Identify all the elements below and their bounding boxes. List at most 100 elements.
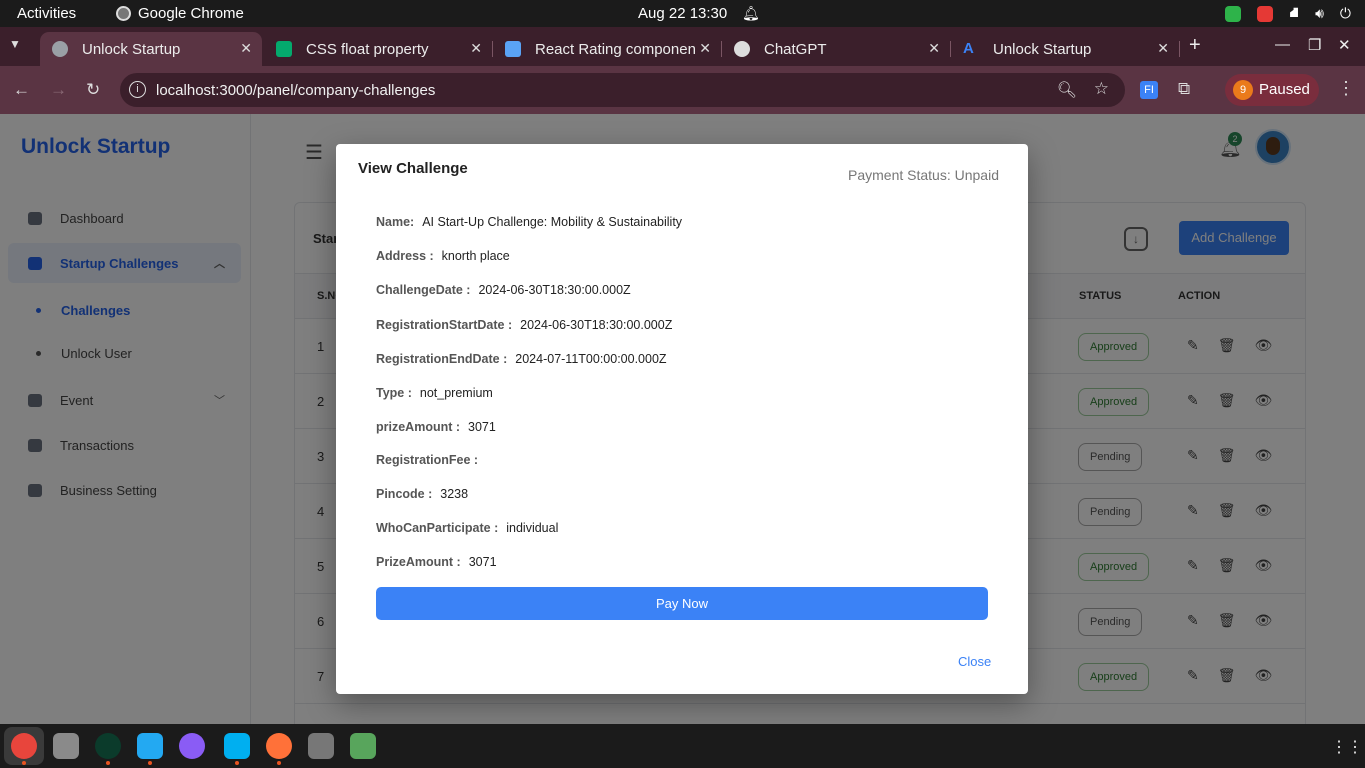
vscode-icon[interactable] xyxy=(137,733,163,765)
system-top-bar: Activities Google Chrome Aug 22 13:30 🔔︎… xyxy=(0,0,1365,27)
browser-toolbar: ← → ↻ i localhost:3000/panel/company-cha… xyxy=(0,66,1365,114)
field-label: RegistrationFee : xyxy=(376,453,479,467)
new-tab-button[interactable]: + xyxy=(1189,34,1201,57)
address-bar[interactable]: i localhost:3000/panel/company-challenge… xyxy=(120,73,1125,107)
app-menu[interactable]: Google Chrome xyxy=(116,5,244,22)
close-tab-icon[interactable]: ✕ xyxy=(470,40,482,57)
field-registration-end-date: RegistrationEndDate : 2024-07-11T00:00:00… xyxy=(376,352,667,366)
field-label: prizeAmount : xyxy=(376,420,461,434)
field-value: 2024-07-11T00:00:00.000Z xyxy=(515,352,667,366)
field-value: knorth place xyxy=(441,249,510,263)
globe-icon xyxy=(52,41,68,57)
close-window-icon[interactable]: ✕ xyxy=(1338,36,1351,54)
payment-status: Payment Status: Unpaid xyxy=(848,167,999,183)
tab-title: CSS float property xyxy=(306,40,429,58)
back-icon[interactable]: ← xyxy=(13,80,30,100)
chrome-icon xyxy=(116,6,131,21)
openai-icon xyxy=(734,41,750,57)
url-text[interactable]: localhost:3000/panel/company-challenges xyxy=(156,82,435,99)
mongodb-compass-icon[interactable] xyxy=(95,733,121,765)
update-icon[interactable] xyxy=(1225,5,1242,22)
volume-icon[interactable]: 🔊︎ xyxy=(1315,5,1324,22)
field-value: 3071 xyxy=(468,420,496,434)
field-label: Type : xyxy=(376,386,412,400)
field-label: RegistrationStartDate : xyxy=(376,318,513,332)
zoom-icon[interactable]: 🔍︎ xyxy=(1057,80,1077,100)
tab-title: Unlock Startup xyxy=(993,40,1092,58)
running-indicator xyxy=(277,761,281,765)
minimize-icon[interactable]: — xyxy=(1275,36,1290,53)
firefox-icon[interactable] xyxy=(266,733,292,765)
mui-icon xyxy=(505,41,521,57)
tab-react-rating[interactable]: React Rating componen ✕ xyxy=(493,32,722,66)
profile-avatar: 9 xyxy=(1233,80,1253,100)
clock[interactable]: Aug 22 13:30 xyxy=(638,5,727,22)
payment-status-value: Unpaid xyxy=(954,167,999,183)
system-tray[interactable]: ⛘ 🔊︎ ⏻ xyxy=(1225,4,1351,23)
field-value: 2024-06-30T18:30:00.000Z xyxy=(478,283,631,297)
field-label: Name: xyxy=(376,215,415,229)
reload-icon[interactable]: ↻ xyxy=(86,80,100,100)
field-address: Address : knorth place xyxy=(376,249,510,263)
dialog-title: View Challenge xyxy=(358,160,468,177)
running-indicator xyxy=(148,761,152,765)
running-indicator xyxy=(106,761,110,765)
tab-chatgpt[interactable]: ChatGPT ✕ xyxy=(722,32,951,66)
skype-icon[interactable] xyxy=(224,733,250,765)
close-tab-icon[interactable]: ✕ xyxy=(928,40,940,57)
a-logo-icon: A xyxy=(963,40,974,57)
field-label: WhoCanParticipate : xyxy=(376,521,499,535)
anydesk-icon[interactable] xyxy=(1257,5,1274,22)
activities-button[interactable]: Activities xyxy=(17,5,76,22)
trash-icon[interactable] xyxy=(350,733,376,759)
forward-icon[interactable]: → xyxy=(50,80,67,100)
field-pincode: Pincode : 3238 xyxy=(376,487,468,501)
field-label: ChallengeDate : xyxy=(376,283,471,297)
field-who-can-participate: WhoCanParticipate : individual xyxy=(376,521,558,535)
app-name: Google Chrome xyxy=(138,5,244,22)
tab-title: ChatGPT xyxy=(764,40,827,58)
field-label: PrizeAmount : xyxy=(376,555,461,569)
running-indicator xyxy=(22,761,26,765)
github-desktop-icon[interactable] xyxy=(179,733,205,759)
close-tab-icon[interactable]: ✕ xyxy=(240,40,252,57)
maximize-icon[interactable]: ❐ xyxy=(1308,36,1321,54)
network-icon[interactable]: ⛘ xyxy=(1289,4,1299,23)
field-type: Type : not_premium xyxy=(376,386,493,400)
bookmark-star-icon[interactable]: ☆ xyxy=(1094,79,1109,99)
field-prize-amount: prizeAmount : 3071 xyxy=(376,420,496,434)
field-name: Name: AI Start-Up Challenge: Mobility & S… xyxy=(376,215,682,229)
files-icon[interactable] xyxy=(53,733,79,759)
tab-unlock-startup-2[interactable]: A Unlock Startup ✕ xyxy=(951,32,1180,66)
field-value: 2024-06-30T18:30:00.000Z xyxy=(520,318,673,332)
chrome-icon[interactable] xyxy=(11,733,37,765)
chrome-menu-icon[interactable]: ⋮ xyxy=(1337,78,1355,99)
field-value: individual xyxy=(506,521,559,535)
text-editor-icon[interactable] xyxy=(308,733,334,759)
field-value: 3071 xyxy=(468,555,497,569)
tab-strip: ▼ Unlock Startup ✕ CSS float property ✕ … xyxy=(0,27,1365,66)
close-tab-icon[interactable]: ✕ xyxy=(1157,40,1169,57)
field-prize-amount-2: PrizeAmount : 3071 xyxy=(376,555,497,569)
field-value: 3238 xyxy=(440,487,469,501)
running-indicator xyxy=(235,761,239,765)
profile-button[interactable]: 9 Paused xyxy=(1225,74,1319,106)
tab-separator xyxy=(1179,41,1180,57)
tab-title: Unlock Startup xyxy=(82,40,181,58)
tab-unlock-startup[interactable]: Unlock Startup ✕ xyxy=(40,32,262,66)
show-apps-icon[interactable]: ⋮⋮⋮ xyxy=(1331,737,1365,757)
field-registration-fee: RegistrationFee : xyxy=(376,453,486,467)
tab-search-icon[interactable]: ▼ xyxy=(9,37,21,51)
close-tab-icon[interactable]: ✕ xyxy=(699,40,711,57)
w3schools-icon xyxy=(276,41,292,57)
profile-status: Paused xyxy=(1259,81,1310,98)
extensions-puzzle-icon[interactable]: ⧉ xyxy=(1178,79,1190,99)
tab-css-float[interactable]: CSS float property ✕ xyxy=(264,32,493,66)
extension-icon[interactable]: FI xyxy=(1140,81,1158,99)
field-challenge-date: ChallengeDate : 2024-06-30T18:30:00.000Z xyxy=(376,283,631,297)
field-label: RegistrationEndDate : xyxy=(376,352,508,366)
power-icon[interactable]: ⏻ xyxy=(1340,5,1351,22)
close-dialog-button[interactable]: Close xyxy=(958,654,991,669)
pay-now-button[interactable]: Pay Now xyxy=(376,587,988,620)
site-info-icon[interactable]: i xyxy=(129,81,146,98)
